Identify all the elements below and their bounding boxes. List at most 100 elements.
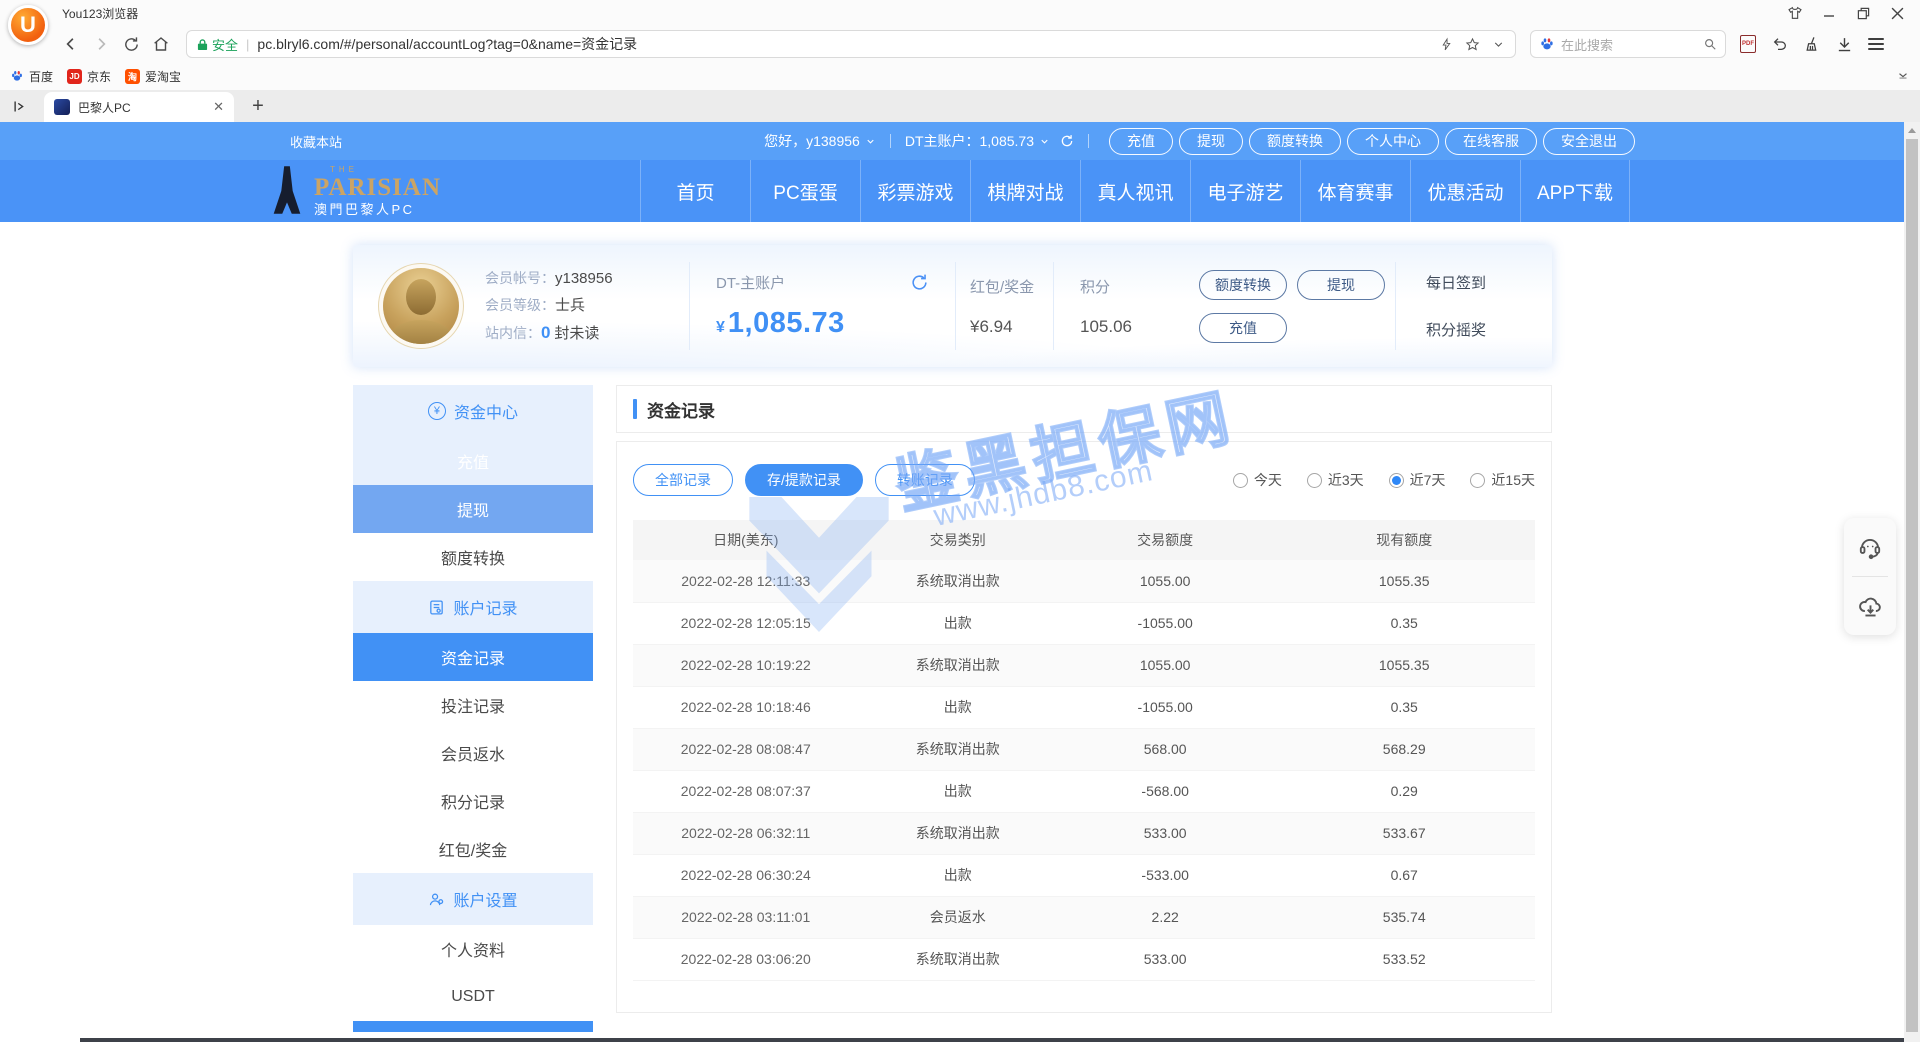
- sidebar-item-account-settings[interactable]: 账户设置: [353, 873, 593, 925]
- radio-icon[interactable]: [1233, 473, 1248, 488]
- deposit-button[interactable]: 充值: [1199, 313, 1287, 343]
- sidebar-toggle-icon[interactable]: [6, 93, 32, 119]
- refresh-button[interactable]: [118, 31, 144, 57]
- field-label: 站内信：: [485, 325, 541, 341]
- tab-title: 巴黎人PC: [78, 99, 205, 116]
- sidebar-item-quota-transfer[interactable]: 额度转换: [353, 533, 593, 581]
- bookmark-baidu[interactable]: 百度: [10, 68, 53, 85]
- chevron-down-icon[interactable]: [1492, 38, 1505, 51]
- topbar-pill-button[interactable]: 个人中心: [1347, 128, 1439, 155]
- sidebar-item-bonus[interactable]: 红包/奖金: [353, 825, 593, 873]
- nav-item[interactable]: 优惠活动: [1410, 160, 1520, 222]
- main-wallet-dropdown[interactable]: DT主账户：1,085.73: [905, 131, 1074, 151]
- tab-close-icon[interactable]: ✕: [213, 99, 224, 115]
- pdf-tool-icon[interactable]: PDF: [1740, 35, 1756, 53]
- topbar-pill-button[interactable]: 在线客服: [1445, 128, 1537, 155]
- member-fields: 会员帐号：y138956 会员等级：士兵 站内信：0 封未读: [485, 265, 689, 347]
- nav-menu: 首页PC蛋蛋彩票游戏棋牌对战真人视讯电子游艺体育赛事优惠活动APP下载: [640, 160, 1630, 222]
- sidebar-item-bet-record[interactable]: 投注记录: [353, 681, 593, 729]
- skin-theme-icon[interactable]: [1778, 0, 1812, 26]
- sidebar-item-deposit[interactable]: 充值: [353, 437, 593, 485]
- nav-item[interactable]: 体育赛事: [1300, 160, 1410, 222]
- avatar: [383, 268, 459, 344]
- chevron-down-icon: [865, 136, 876, 147]
- scrollbar-thumb[interactable]: [1906, 139, 1918, 1032]
- sidebar-next-item-partial[interactable]: [353, 1021, 593, 1032]
- refresh-balance-icon[interactable]: [1060, 134, 1074, 148]
- nav-item[interactable]: APP下载: [1520, 160, 1630, 222]
- nav-item[interactable]: 真人视讯: [1080, 160, 1190, 222]
- radio-icon[interactable]: [1470, 473, 1485, 488]
- topbar-pill-button[interactable]: 安全退出: [1543, 128, 1635, 155]
- bookmark-jd[interactable]: JD 京东: [67, 68, 111, 85]
- scrollbar-up-arrow[interactable]: [1904, 122, 1920, 138]
- topbar-pill-button[interactable]: 额度转换: [1249, 128, 1341, 155]
- customer-service-icon[interactable]: [1844, 518, 1896, 576]
- sidebar-item-funds-record[interactable]: 资金记录: [353, 633, 593, 681]
- forward-button[interactable]: [88, 31, 114, 57]
- home-button[interactable]: [148, 31, 174, 57]
- withdraw-button[interactable]: 提现: [1297, 270, 1385, 300]
- date-range-radio[interactable]: 近3天: [1307, 470, 1364, 490]
- title-accent-bar: [633, 399, 637, 419]
- maximize-button[interactable]: [1846, 0, 1880, 26]
- radio-icon[interactable]: [1389, 473, 1404, 488]
- address-bar[interactable]: 安全 | pc.blryl6.com/#/personal/accountLog…: [186, 30, 1516, 58]
- sidebar-item-usdt[interactable]: USDT: [353, 973, 593, 1021]
- date-range-radio[interactable]: 今天: [1233, 470, 1282, 490]
- filter-pill[interactable]: 存/提款记录: [745, 464, 863, 496]
- sidebar-item-points-record[interactable]: 积分记录: [353, 777, 593, 825]
- bonus-block: 红包/奖金 ¥6.94: [956, 276, 1053, 337]
- quick-search-box[interactable]: 在此搜索: [1530, 30, 1726, 58]
- new-tab-button[interactable]: +: [244, 92, 272, 120]
- unread-count[interactable]: 0: [541, 323, 550, 342]
- filter-pill[interactable]: 全部记录: [633, 464, 733, 496]
- quota-transfer-button[interactable]: 额度转换: [1199, 270, 1287, 300]
- date-range-radio[interactable]: 近15天: [1470, 470, 1535, 490]
- minimize-button[interactable]: [1812, 0, 1846, 26]
- refresh-wallet-icon[interactable]: [910, 273, 929, 292]
- download-icon[interactable]: [1836, 36, 1853, 53]
- page-scrollbar[interactable]: [1904, 122, 1920, 1042]
- site-logo[interactable]: THE PARISIAN 澳門巴黎人PC: [268, 163, 486, 219]
- back-button[interactable]: [58, 31, 84, 57]
- user-greeting-dropdown[interactable]: 您好，y138956: [764, 131, 876, 151]
- filter-pill[interactable]: 转账记录: [875, 464, 975, 496]
- nav-item[interactable]: 首页: [640, 160, 750, 222]
- browser-tab[interactable]: 巴黎人PC ✕: [44, 92, 234, 122]
- sidebar-item-member-rebate[interactable]: 会员返水: [353, 729, 593, 777]
- nav-item[interactable]: 彩票游戏: [860, 160, 970, 222]
- sidebar-item-account-records[interactable]: 账户记录: [353, 581, 593, 633]
- daily-signin-link[interactable]: 每日签到: [1426, 272, 1546, 293]
- bookmark-star-icon[interactable]: [1465, 37, 1480, 52]
- logo-subtitle: 澳門巴黎人PC: [314, 203, 441, 216]
- search-icon[interactable]: [1703, 37, 1717, 51]
- points-lottery-link[interactable]: 积分摇奖: [1426, 319, 1546, 340]
- nav-item[interactable]: 电子游艺: [1190, 160, 1300, 222]
- sidebar-item-profile[interactable]: 个人资料: [353, 925, 593, 973]
- nav-item[interactable]: PC蛋蛋: [750, 160, 860, 222]
- undo-icon[interactable]: [1771, 36, 1789, 52]
- date-range-radio[interactable]: 近7天: [1389, 470, 1446, 490]
- cleaner-broom-icon[interactable]: [1804, 36, 1821, 53]
- toolbar-collapse-icon[interactable]: [1896, 69, 1910, 83]
- sidebar-item-funds-center[interactable]: ¥ 资金中心: [353, 385, 593, 437]
- lightning-icon[interactable]: [1440, 37, 1453, 52]
- favorite-site-link[interactable]: 收藏本站: [290, 132, 342, 151]
- topbar-pill-button[interactable]: 充值: [1109, 128, 1173, 155]
- close-button[interactable]: [1880, 0, 1914, 26]
- cloud-download-icon[interactable]: [1844, 577, 1896, 635]
- topbar-pill-button[interactable]: 提现: [1179, 128, 1243, 155]
- sidebar-item-withdraw[interactable]: 提现: [353, 485, 593, 533]
- wallet-amount: 1,085.73: [728, 307, 845, 339]
- inbox-row: 站内信：0 封未读: [485, 319, 689, 347]
- sidebar-item-label: 账户记录: [453, 595, 517, 619]
- bookmarks-bar: 百度 JD 京东 淘 爱淘宝: [0, 62, 1920, 90]
- radio-icon[interactable]: [1307, 473, 1322, 488]
- nav-item[interactable]: 棋牌对战: [970, 160, 1080, 222]
- cell-date: 2022-02-28 06:30:24: [633, 854, 859, 896]
- menu-icon[interactable]: [1868, 38, 1884, 50]
- date-ranges: 今天 近3天 近7天: [1233, 470, 1535, 490]
- browser-logo-icon[interactable]: U: [8, 5, 48, 45]
- bookmark-taobao[interactable]: 淘 爱淘宝: [125, 68, 181, 85]
